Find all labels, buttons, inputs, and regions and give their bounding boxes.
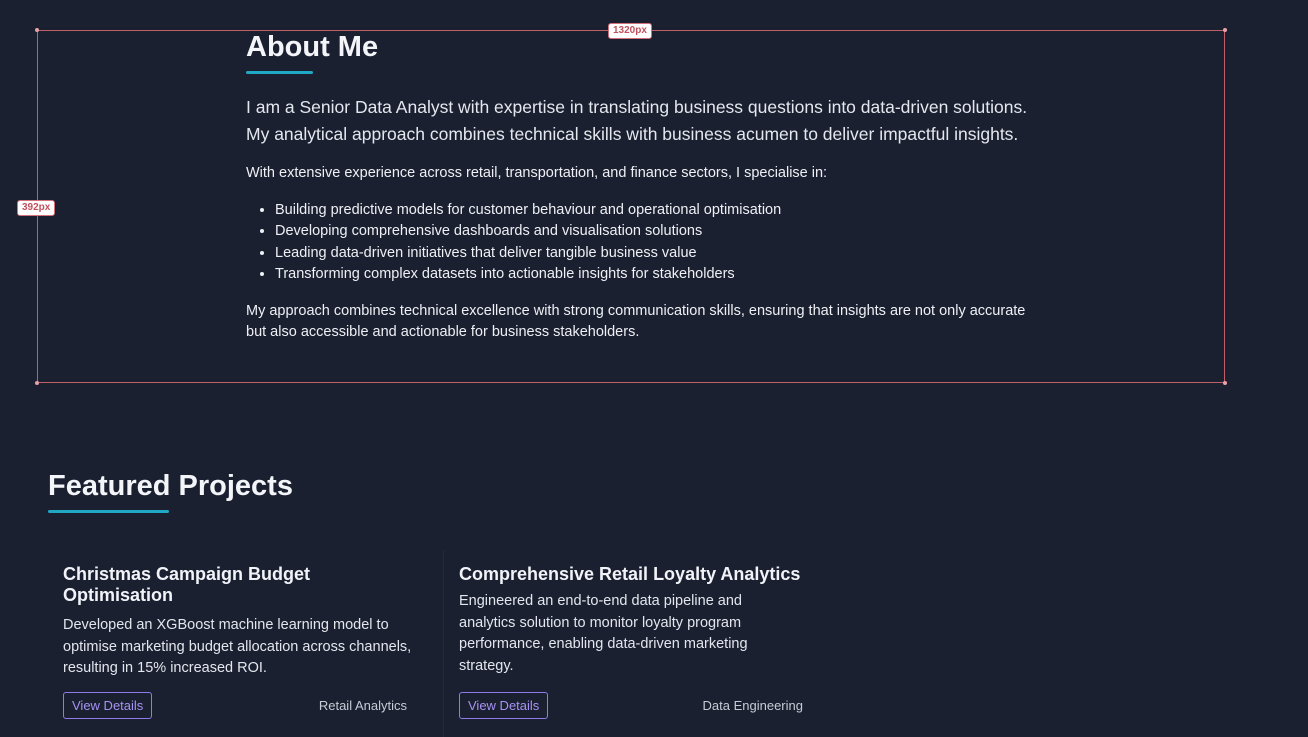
project-category-tag: Data Engineering	[702, 698, 803, 713]
view-details-button[interactable]: View Details	[63, 692, 153, 719]
projects-title-underline	[48, 510, 169, 513]
project-category-tag: Retail Analytics	[318, 698, 407, 713]
highlight-corner-handle	[1223, 28, 1227, 32]
about-title-underline	[246, 71, 313, 74]
list-item: Transforming complex datasets into actio…	[275, 264, 1046, 286]
highlight-corner-handle	[35, 28, 39, 32]
project-card-description: Engineered an end-to-end data pipeline a…	[459, 593, 748, 674]
card-divider	[443, 550, 444, 737]
list-item: Building predictive models for customer …	[275, 200, 1046, 222]
project-card-christmas: Christmas Campaign Budget Optimisation D…	[63, 552, 413, 737]
project-card-loyalty: Comprehensive Retail Loyalty Analytics E…	[459, 552, 809, 737]
project-card-title: Comprehensive Retail Loyalty Analytics	[459, 564, 801, 584]
about-section: About Me I am a Senior Data Analyst with…	[246, 30, 1046, 344]
specialism-list: Building predictive models for customer …	[246, 200, 1046, 286]
projects-title: Featured Projects	[48, 470, 293, 502]
page: 1320px 392px About Me I am a Senior Data…	[0, 0, 1308, 737]
list-item: Developing comprehensive dashboards and …	[275, 221, 1046, 243]
highlight-corner-handle	[1223, 381, 1227, 385]
about-experience: With extensive experience across retail,…	[246, 165, 828, 181]
project-card-description: Developed an XGBoost machine learning mo…	[63, 617, 412, 676]
about-intro: I am a Senior Data Analyst with expertis…	[246, 97, 1028, 144]
about-approach: My approach combines technical excellenc…	[246, 302, 1026, 341]
list-item: Leading data-driven initiatives that del…	[275, 243, 1046, 265]
view-details-button[interactable]: View Details	[459, 692, 549, 719]
project-card-title: Christmas Campaign Budget Optimisation	[63, 564, 311, 605]
highlight-corner-handle	[35, 381, 39, 385]
height-badge: 392px	[17, 200, 56, 216]
about-title: About Me	[246, 31, 379, 63]
